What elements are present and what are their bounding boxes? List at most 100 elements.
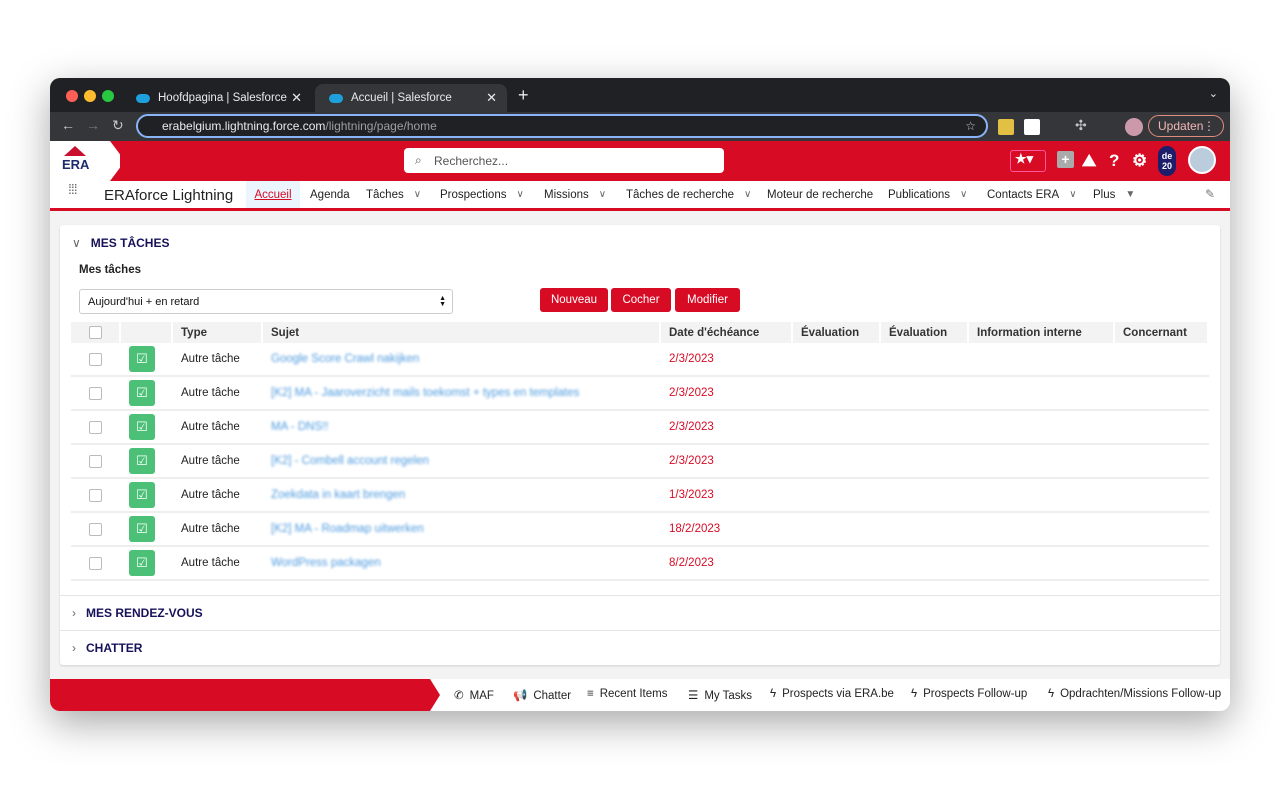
favorites-icon[interactable]: ★▾ [1010, 150, 1046, 172]
era-extension-icon[interactable] [1024, 119, 1040, 135]
cell-related-to [1115, 343, 1209, 377]
logo-roof [64, 146, 86, 156]
cell-internal-info [969, 343, 1115, 377]
nav-label: Tâches [366, 188, 404, 201]
global-actions-icon[interactable]: + [1057, 151, 1074, 168]
nav-label: Accueil [254, 188, 292, 201]
utility-item-prospects-era[interactable]: ϟ Prospects via ERA.be [770, 688, 894, 700]
cell-internal-info [969, 547, 1115, 581]
utility-item-prospects-follow-up[interactable]: ϟ Prospects Follow-up [911, 688, 1027, 700]
nav-label: Plus [1093, 188, 1116, 201]
browser-tab-active[interactable]: Accueil | Salesforce ✕ [315, 84, 507, 112]
nav-item-moteur-recherche[interactable]: Moteur de recherche [767, 181, 873, 208]
logo-text: ERA [62, 157, 90, 172]
section-my-tasks-header[interactable]: ∨ MES TÂCHES [60, 233, 1220, 253]
minimize-window-button[interactable] [84, 90, 96, 102]
task-subject-link[interactable]: MA - DNS!! [271, 421, 329, 433]
user-avatar[interactable] [1188, 146, 1216, 174]
utility-bar: ✆ MAF 📢 Chatter ≡ Recent Items ☰ My Tasks ϟP… [50, 679, 1230, 711]
chevron-down-icon[interactable]: ∨ [599, 189, 606, 200]
back-icon[interactable]: ← [61, 117, 75, 133]
setup-gear-icon[interactable]: ⚙ [1132, 151, 1147, 171]
column-header[interactable]: Évaluation [881, 322, 969, 343]
edit-nav-pencil-icon[interactable]: ✎ [1205, 187, 1215, 201]
check-task-button[interactable]: Cocher [611, 288, 671, 312]
utility-item-my-tasks[interactable]: ☰ My Tasks [688, 688, 752, 702]
task-subject-link[interactable]: [K2] - Combell account regelen [271, 455, 429, 467]
forward-icon[interactable]: → [86, 117, 100, 133]
task-subject-link[interactable]: Zoekdata in kaart brengen [271, 489, 405, 501]
chevron-down-icon[interactable]: ∨ [516, 189, 523, 200]
new-tab-button[interactable]: + [518, 85, 529, 106]
section-chatter-header[interactable]: › CHATTER [60, 630, 1220, 665]
browser-tab[interactable]: Hoofdpagina | Salesforce ✕ [122, 84, 312, 112]
app-launcher-icon[interactable]: ⁞⁞⁞ [68, 182, 86, 196]
nav-item-prospections[interactable]: Prospections ∨ [440, 181, 524, 208]
search-input[interactable]: ⌕ Recherchez... [404, 148, 724, 173]
profile-avatar[interactable] [1125, 118, 1143, 136]
row-checkbox[interactable] [89, 454, 102, 468]
task-subject-link[interactable]: Google Score Crawl nakijken [271, 353, 419, 365]
column-header[interactable]: Date d'échéance [661, 322, 793, 343]
task-subject-link[interactable]: [K2] MA - Roadmap uitwerken [271, 523, 424, 535]
bookmark-star-icon[interactable]: ☆ [965, 119, 976, 133]
task-filter-select[interactable]: Aujourd'hui + en retard ▲ ▼ [79, 289, 453, 314]
nav-item-plus[interactable]: Plus ▼ [1093, 181, 1135, 208]
select-all-checkbox[interactable] [89, 326, 102, 339]
utility-item-chatter[interactable]: 📢 Chatter [513, 688, 571, 702]
row-checkbox[interactable] [89, 386, 102, 400]
update-button[interactable]: Updaten ⋮ [1148, 115, 1224, 137]
column-header[interactable]: Évaluation [793, 322, 881, 343]
cell-evaluation [793, 513, 881, 547]
new-task-button[interactable]: Nouveau [540, 288, 608, 312]
nav-item-missions[interactable]: Missions ∨ [544, 181, 606, 208]
browser-window: Hoofdpagina | Salesforce ✕ Accueil | Sale… [50, 78, 1230, 711]
url-bar[interactable]: erabelgium.lightning.force.com/lightning… [136, 114, 988, 138]
notifications-badge[interactable]: de 20 [1158, 146, 1176, 176]
row-checkbox[interactable] [89, 420, 102, 434]
row-checkbox[interactable] [89, 352, 102, 366]
chevron-down-icon[interactable]: ∨ [960, 189, 967, 200]
task-subject-link[interactable]: [K2] MA - Jaaroverzicht mails toekomst +… [271, 387, 579, 399]
close-tab-icon[interactable]: ✕ [486, 90, 497, 106]
home-card: ∨ MES TÂCHES Mes tâches Aujourd'hui + en … [60, 225, 1220, 665]
nav-item-agenda[interactable]: Agenda [310, 181, 350, 208]
cell-evaluation [793, 547, 881, 581]
cell-evaluation [881, 343, 969, 377]
chevron-down-icon[interactable]: ∨ [414, 189, 421, 200]
close-tab-icon[interactable]: ✕ [291, 90, 302, 106]
chevron-down-icon[interactable]: ∨ [744, 189, 751, 200]
utility-item-missions-follow-up[interactable]: ϟ Opdrachten/Missions Follow-up [1048, 688, 1221, 700]
row-checkbox[interactable] [89, 488, 102, 502]
column-header[interactable]: Sujet [263, 322, 661, 343]
utility-item-maf[interactable]: ✆ MAF [454, 688, 494, 702]
edit-task-button[interactable]: Modifier [675, 288, 740, 312]
table-row: ☑ Autre tâche [K2] - Combell account reg… [71, 445, 1209, 479]
row-checkbox[interactable] [89, 522, 102, 536]
nav-item-publications[interactable]: Publications ∨ [888, 181, 967, 208]
nav-item-taches-recherche[interactable]: Tâches de recherche ∨ [626, 181, 751, 208]
column-header[interactable]: Type [173, 322, 263, 343]
era-logo[interactable]: ERA [50, 141, 120, 181]
close-window-button[interactable] [66, 90, 78, 102]
extension-icon[interactable] [998, 119, 1014, 135]
chevron-down-icon[interactable]: ∨ [1069, 189, 1076, 200]
maximize-window-button[interactable] [102, 90, 114, 102]
nav-label: Missions [544, 188, 589, 201]
column-header[interactable]: Concernant [1115, 322, 1209, 343]
row-checkbox[interactable] [89, 556, 102, 570]
column-header[interactable]: Information interne [969, 322, 1115, 343]
section-appointments-header[interactable]: › MES RENDEZ-VOUS [60, 595, 1220, 630]
nav-item-taches[interactable]: Tâches ∨ [366, 181, 421, 208]
cell-related-to [1115, 479, 1209, 513]
help-icon[interactable]: ? [1109, 151, 1119, 171]
nav-item-contacts-era[interactable]: Contacts ERA ∨ [987, 181, 1077, 208]
utility-item-recent-items[interactable]: ≡ Recent Items [587, 688, 667, 700]
reload-icon[interactable]: ↻ [112, 117, 124, 134]
tab-search-icon[interactable]: ⌄ [1209, 87, 1218, 100]
trailhead-icon[interactable]: ⛰ [1082, 151, 1096, 171]
nav-item-accueil[interactable]: Accueil [246, 181, 300, 208]
puzzle-icon[interactable]: ✣ [1075, 117, 1087, 134]
task-subject-link[interactable]: WordPress packagen [271, 557, 381, 569]
caret-down-icon[interactable]: ▼ [1125, 189, 1135, 200]
